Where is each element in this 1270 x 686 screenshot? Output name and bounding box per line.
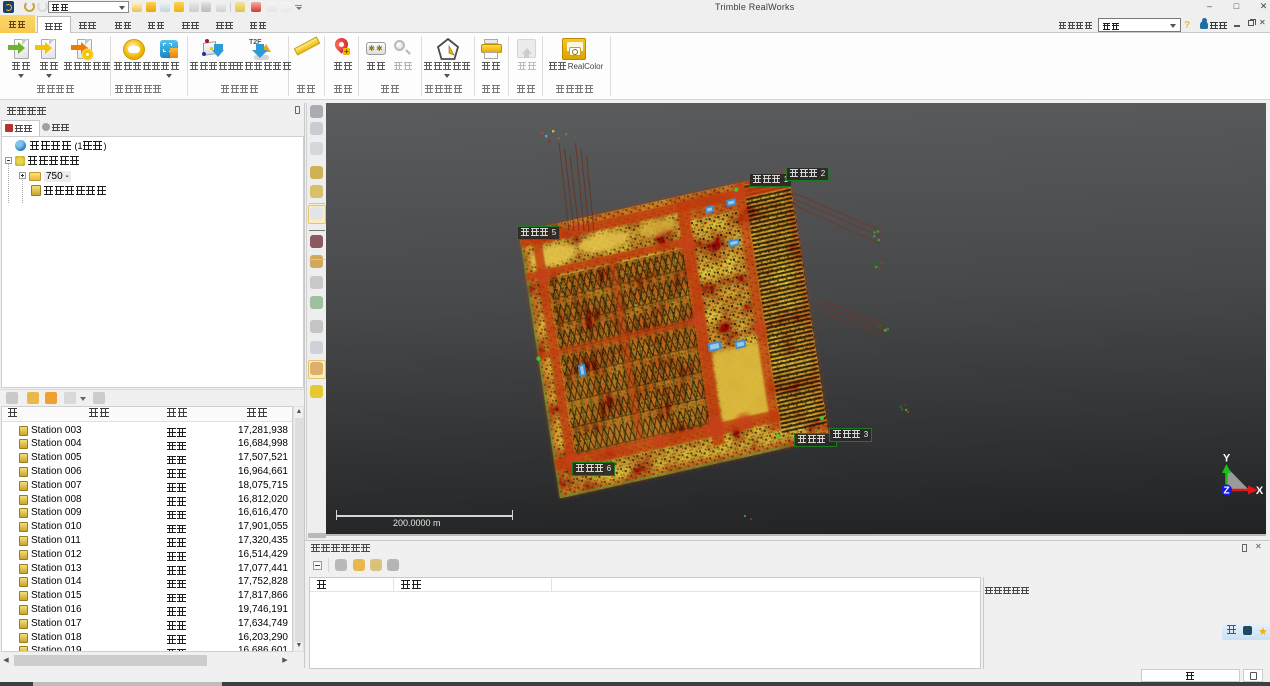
svg-text:Y: Y bbox=[1223, 453, 1231, 465]
svg-text:X: X bbox=[1256, 485, 1264, 497]
svg-text:Z: Z bbox=[1223, 486, 1229, 497]
